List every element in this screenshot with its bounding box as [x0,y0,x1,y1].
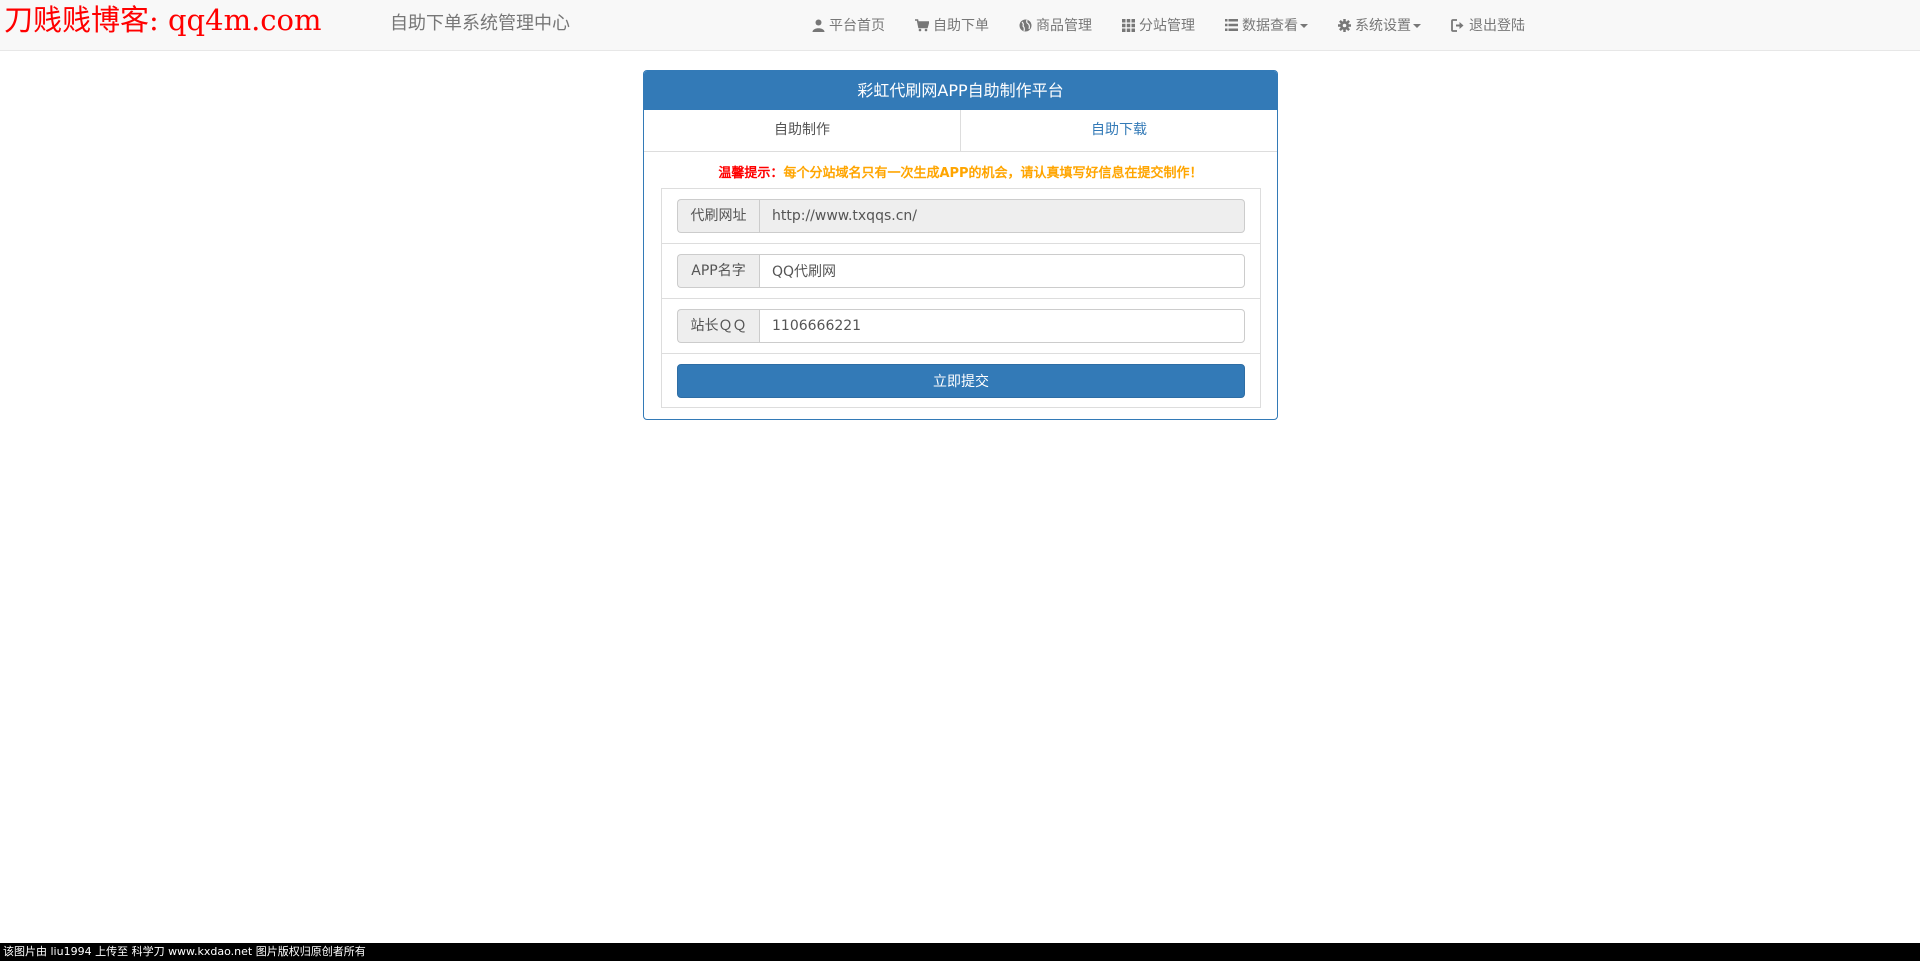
nav-item-home[interactable]: 平台首页 [812,15,885,35]
nav-item-settings[interactable]: 系统设置 [1338,15,1421,35]
gear-icon [1338,18,1351,32]
caret-down-icon [1300,24,1308,28]
grid-icon [1122,18,1135,32]
caret-down-icon [1413,24,1421,28]
app-form: 代刷网址 APP名字 站长ＱＱ 立即提交 [661,188,1261,408]
nav-item-data[interactable]: 数据查看 [1225,15,1308,35]
url-label: 代刷网址 [677,199,759,233]
nav-label-goods: 商品管理 [1036,18,1092,34]
appname-field[interactable] [759,254,1245,288]
nav-label-settings: 系统设置 [1355,18,1411,34]
nav-item-goods[interactable]: 商品管理 [1019,15,1092,35]
nav-item-logout[interactable]: 退出登陆 [1451,15,1525,35]
qq-field[interactable] [759,309,1245,343]
nav-label-logout: 退出登陆 [1469,18,1525,34]
nav-label-home: 平台首页 [829,18,885,34]
nav-item-substation[interactable]: 分站管理 [1122,15,1195,35]
list-icon [1225,19,1238,31]
panel-title: 彩虹代刷网APP自助制作平台 [644,71,1277,110]
top-navbar: 刀贱贱博客: qq4m.com 自助下单系统管理中心 平台首页 自助下单 商品管… [0,0,1920,51]
tab-self-make[interactable]: 自助制作 [644,110,961,151]
nav-label-data: 数据查看 [1242,18,1298,34]
notice-message: 温馨提示：每个分站域名只有一次生成APP的机会，请认真填写好信息在提交制作！ [644,164,1277,184]
cart-icon [915,18,929,31]
qq-label: 站长ＱＱ [677,309,759,343]
form-row-qq: 站长ＱＱ [662,299,1260,354]
nav-item-order[interactable]: 自助下单 [915,15,989,35]
panel-tabs: 自助制作 自助下载 [644,110,1277,152]
globe-icon [1019,19,1032,31]
watermark-text: 刀贱贱博客: qq4m.com [4,3,322,37]
nav-label-substation: 分站管理 [1139,18,1195,34]
url-input-group: 代刷网址 [677,199,1245,233]
main-nav: 平台首页 自助下单 商品管理 分站管理 数据查看 系统设置 退出登陆 [812,0,1525,50]
submit-button[interactable]: 立即提交 [677,364,1245,398]
user-icon [812,19,825,32]
logout-icon [1451,18,1464,32]
image-credit-bar: 该图片由 liu1994 上传至 科学刀 www.kxdao.net 图片版权归… [0,943,1920,961]
notice-text: 每个分站域名只有一次生成APP的机会，请认真填写好信息在提交制作！ [783,166,1203,181]
app-maker-panel: 彩虹代刷网APP自助制作平台 自助制作 自助下载 温馨提示：每个分站域名只有一次… [643,70,1278,420]
tab-self-download[interactable]: 自助下载 [961,110,1277,151]
url-field[interactable] [759,199,1245,233]
form-row-appname: APP名字 [662,244,1260,299]
form-row-submit: 立即提交 [662,354,1260,409]
appname-input-group: APP名字 [677,254,1245,288]
form-row-url: 代刷网址 [662,189,1260,244]
appname-label: APP名字 [677,254,759,288]
notice-label: 温馨提示： [718,166,784,181]
brand-title[interactable]: 自助下单系统管理中心 [390,12,570,36]
qq-input-group: 站长ＱＱ [677,309,1245,343]
nav-label-order: 自助下单 [933,18,989,34]
